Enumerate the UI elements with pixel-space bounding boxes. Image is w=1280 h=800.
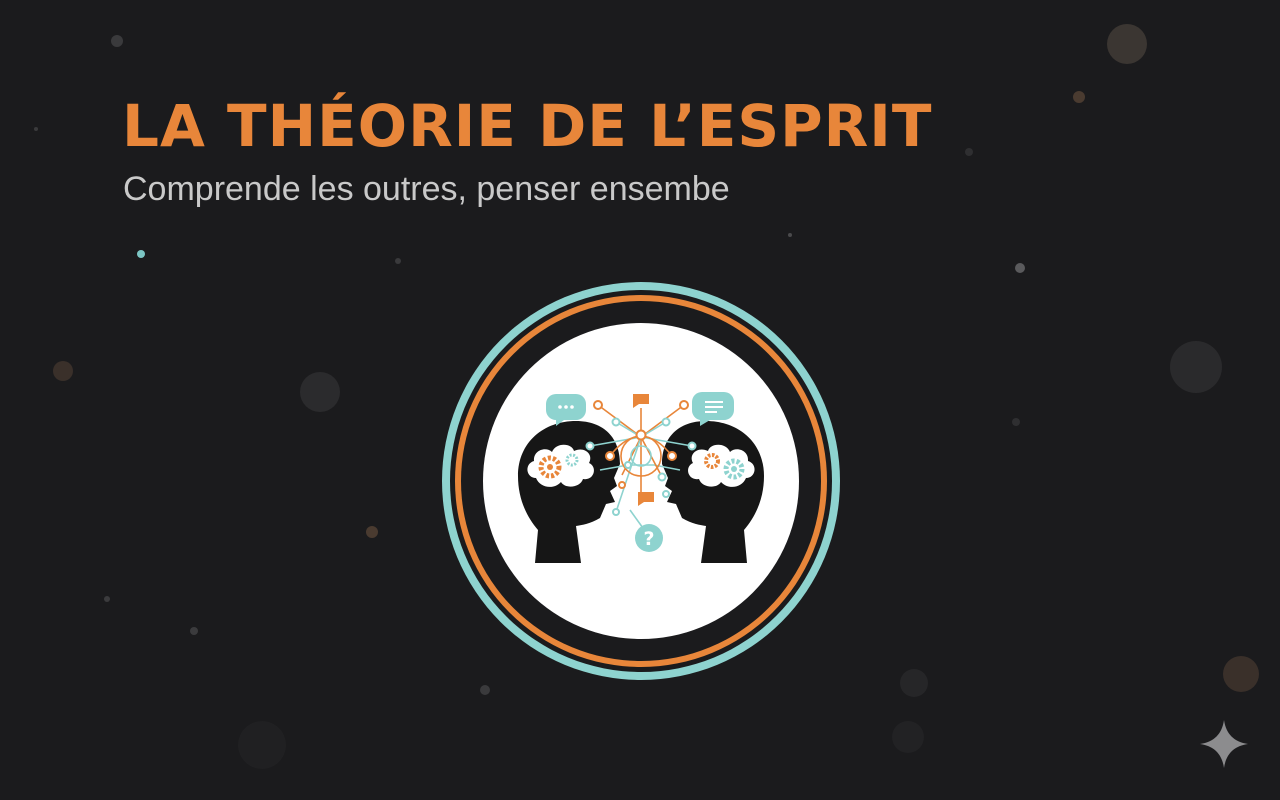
question-glyph: ? xyxy=(643,528,654,550)
page-subtitle: Comprende les outres, penser ensembe xyxy=(123,170,730,208)
theory-of-mind-emblem: ? xyxy=(442,282,840,680)
page-title: LA THÉORIE DE L’ESPRIT xyxy=(122,92,933,160)
question-icon: ? xyxy=(635,524,663,552)
sparkle-icon xyxy=(1200,720,1248,768)
